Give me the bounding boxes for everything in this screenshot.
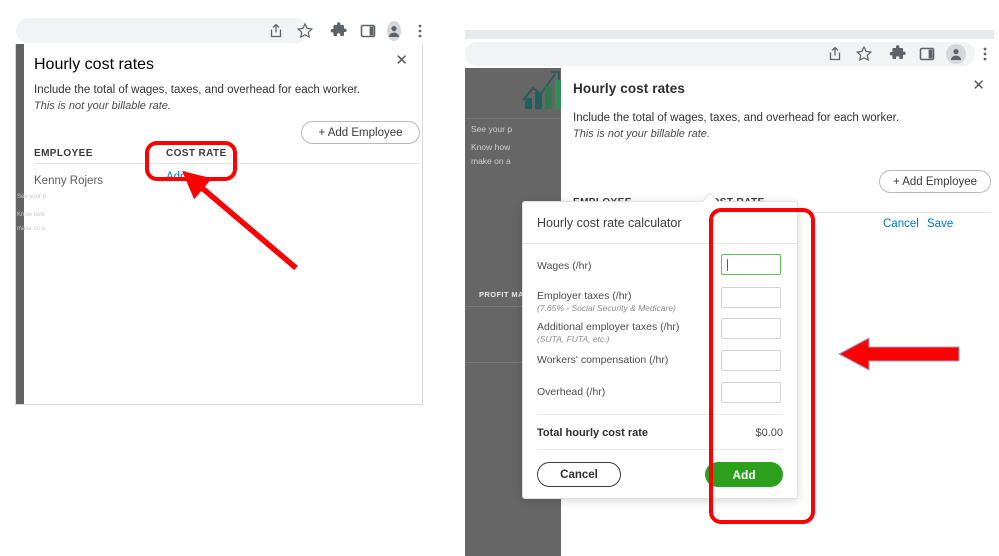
table-row: Kenny Rojers	[34, 171, 103, 189]
total-value: $0.00	[755, 427, 783, 439]
left-page-content: See your p Know how make on a Hourly cos…	[15, 44, 423, 405]
additional-employer-taxes-input[interactable]	[721, 318, 781, 339]
cost-rate-add-link[interactable]: Add	[166, 171, 186, 183]
right-browser-tabstrip	[459, 26, 999, 40]
profile-avatar-icon[interactable]	[387, 20, 401, 41]
cancel-button[interactable]: Cancel	[537, 462, 621, 487]
bg-divider-0	[465, 118, 561, 119]
row-cancel-link[interactable]: Cancel	[883, 218, 919, 230]
field-hint-text: (7.65% - Social Security & Medicare)	[537, 303, 676, 313]
add-employee-button[interactable]: + Add Employee	[879, 170, 991, 193]
total-divider-bottom	[537, 449, 783, 450]
left-dimmed-background-strip: See your p Know how make on a	[16, 44, 46, 404]
bg-text-line-2: Know how	[471, 142, 511, 152]
extensions-puzzle-icon[interactable]	[888, 44, 908, 64]
add-employee-button[interactable]: + Add Employee	[301, 121, 420, 144]
total-label: Total hourly cost rate	[537, 427, 649, 439]
workers-compensation-input[interactable]	[721, 350, 781, 371]
bg-section-header: PROFIT MA	[479, 290, 524, 299]
close-icon[interactable]: ✕	[972, 78, 985, 93]
bookmark-star-icon[interactable]	[854, 44, 874, 64]
left-address-bar[interactable]	[16, 18, 308, 43]
side-panel-icon[interactable]	[917, 44, 937, 64]
field-label-text: Employer taxes (/hr)	[537, 290, 632, 302]
bg-text-line-1: See your p	[471, 124, 513, 134]
right-tabstrip-bar	[465, 30, 994, 39]
extensions-puzzle-icon[interactable]	[329, 21, 349, 41]
field-label-overhead: Overhead (/hr)	[537, 386, 605, 399]
left-screenshot-panel: See your p Know how make on a Hourly cos…	[0, 0, 440, 420]
bg-fragment-3: make on a	[17, 226, 46, 232]
share-icon[interactable]	[266, 21, 286, 41]
modal-description: Include the total of wages, taxes, and o…	[34, 84, 361, 96]
text-caret	[727, 259, 728, 271]
bookmark-star-icon[interactable]	[295, 21, 315, 41]
right-screenshot-panel: See your p Know how make on a PROFIT MA …	[459, 26, 999, 556]
wages-input[interactable]	[721, 254, 781, 275]
field-hint-text: (SUTA, FUTA, etc.)	[537, 334, 610, 344]
field-label-wages: Wages (/hr)	[537, 260, 591, 273]
field-label-text: Wages (/hr)	[537, 260, 592, 272]
total-divider-top	[537, 414, 783, 415]
field-label-workers-compensation: Workers' compensation (/hr)	[537, 354, 668, 367]
share-icon[interactable]	[825, 44, 845, 64]
field-label-text: Additional employer taxes (/hr)	[537, 321, 680, 333]
employer-taxes-input[interactable]	[721, 287, 781, 308]
field-label-text: Workers' compensation (/hr)	[537, 354, 669, 366]
profile-avatar-icon[interactable]	[946, 44, 966, 64]
screenshot-root: See your p Know how make on a Hourly cos…	[0, 0, 999, 556]
browser-menu-kebab-icon[interactable]	[410, 21, 430, 41]
bg-fragment-1: See your p	[17, 194, 47, 200]
left-browser-toolbar	[270, 18, 430, 43]
modal-subnote: This is not your billable rate.	[34, 100, 171, 112]
row-save-link[interactable]: Save	[927, 218, 953, 230]
calculator-header-divider	[523, 243, 797, 244]
modal-title: Hourly cost rates	[34, 56, 155, 73]
employee-name: Kenny Rojers	[34, 175, 104, 187]
left-browser-tabstrip	[0, 0, 440, 16]
field-label-text: Overhead (/hr)	[537, 386, 606, 398]
calculator-title: Hourly cost rate calculator	[537, 216, 682, 230]
bg-fragment-2: Know how	[17, 212, 45, 218]
overhead-input[interactable]	[721, 382, 781, 403]
side-panel-icon[interactable]	[358, 21, 378, 41]
right-browser-toolbar	[799, 42, 995, 66]
add-button[interactable]: Add	[705, 462, 783, 487]
bg-text-line-3: make on a	[471, 156, 511, 166]
table-header-cost-rate: COST RATE	[166, 148, 227, 159]
close-icon[interactable]: ✕	[395, 53, 408, 68]
modal-subnote: This is not your billable rate.	[573, 128, 710, 140]
calculator-popover-caret	[702, 192, 718, 202]
field-label-employer-taxes: Employer taxes (/hr) (7.65% - Social Sec…	[537, 290, 676, 314]
modal-title: Hourly cost rates	[573, 81, 685, 96]
field-label-additional-employer-taxes: Additional employer taxes (/hr) (SUTA, F…	[537, 321, 679, 345]
hourly-cost-rate-calculator-popover: Hourly cost rate calculator Wages (/hr) …	[522, 201, 798, 499]
table-header-divider	[34, 163, 420, 164]
modal-description: Include the total of wages, taxes, and o…	[573, 112, 900, 124]
table-header-employee: EMPLOYEE	[34, 148, 93, 159]
browser-menu-kebab-icon[interactable]	[975, 44, 995, 64]
